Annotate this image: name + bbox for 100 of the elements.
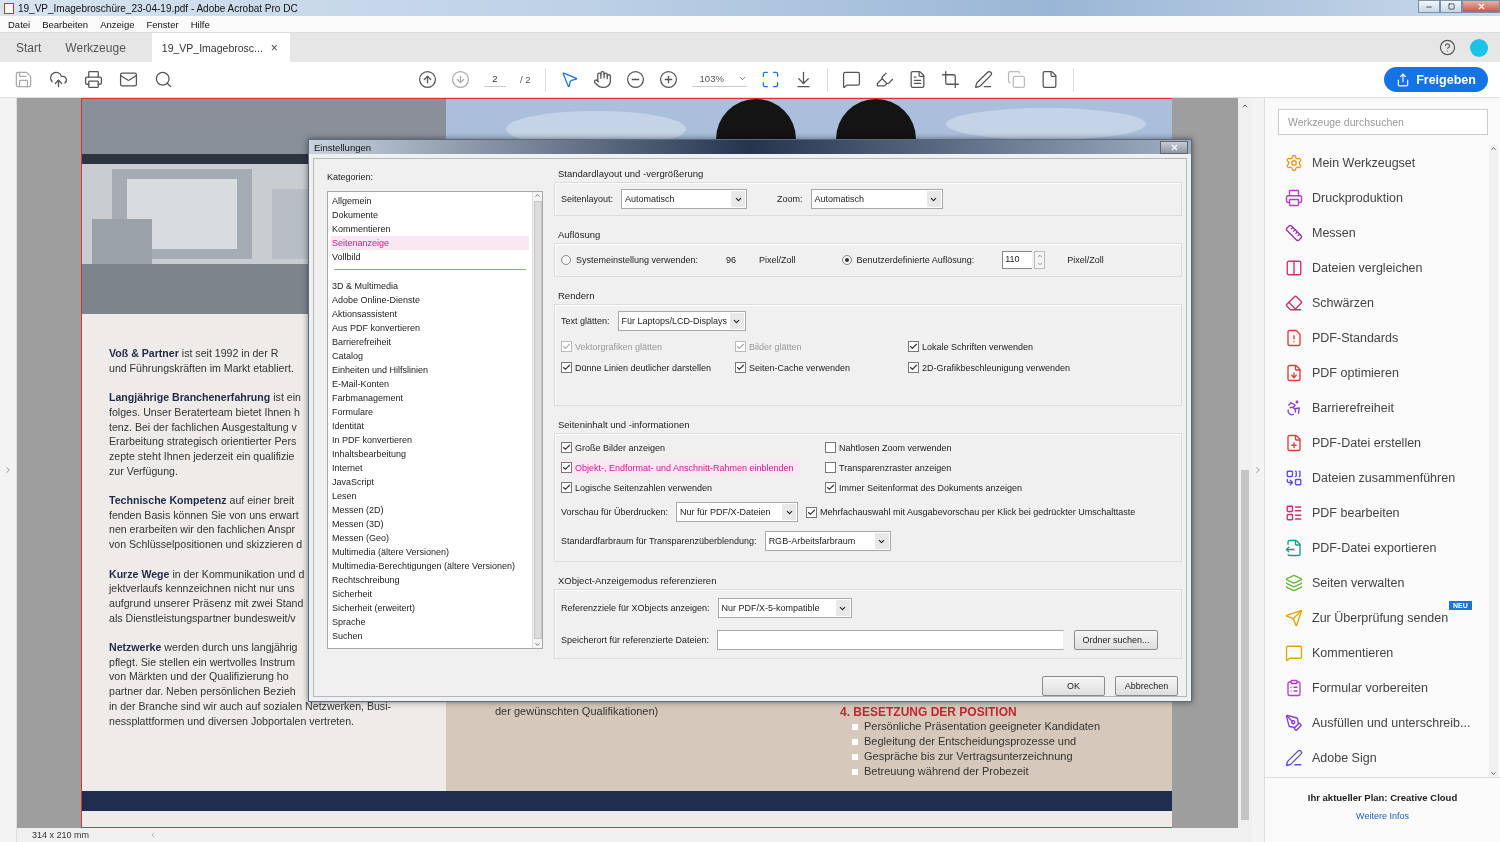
menu-item[interactable]: Bearbeiten (42, 18, 89, 30)
minimize-button[interactable] (1418, 0, 1440, 13)
tool-item[interactable]: PDF-Standards (1285, 320, 1500, 355)
tool-item[interactable]: PDF-Datei erstellen (1285, 425, 1500, 460)
checkbox[interactable]: Dünne Linien deutlicher darstellen (561, 360, 718, 375)
tool-item[interactable]: Schwärzen (1285, 285, 1500, 320)
checkbox[interactable]: Nahtlosen Zoom verwenden (825, 440, 958, 455)
category-item[interactable]: Multimedia-Berechtigungen (ältere Versionen) (331, 559, 529, 573)
resolution-field[interactable]: 110 (1002, 251, 1033, 269)
share-button[interactable]: Freigeben (1384, 67, 1488, 92)
checkbox[interactable]: Große Bilder anzeigen (561, 440, 672, 455)
category-item[interactable]: Identität (331, 419, 529, 433)
tab[interactable]: 19_VP_Imagebrosc... × (151, 33, 290, 62)
category-item[interactable]: Messen (2D) (331, 503, 529, 517)
comment-icon[interactable] (841, 70, 861, 89)
tool-item[interactable]: Kommentieren (1285, 635, 1500, 670)
location-field[interactable] (717, 630, 1065, 650)
checkbox[interactable]: Logische Seitenzahlen verwenden (561, 480, 719, 495)
spin-up-icon[interactable] (1036, 253, 1043, 259)
reference-select[interactable]: Nur PDF/X-5-kompatible (717, 598, 852, 618)
zoom-field[interactable]: 103% (691, 72, 747, 87)
save-icon[interactable] (14, 70, 33, 89)
tool-item[interactable]: Druckproduktion (1285, 180, 1500, 215)
overprint-select[interactable]: Nur für PDF/X-Dateien (676, 502, 799, 522)
checkbox[interactable]: Transparenzraster anzeigen (825, 460, 958, 475)
help-icon[interactable] (1439, 39, 1456, 56)
tool-item[interactable]: Mein Werkzeugset (1285, 145, 1500, 180)
menu-item[interactable]: Datei (8, 18, 31, 30)
tool-item[interactable]: Ausfüllen und unterschreib... (1285, 705, 1500, 740)
mail-icon[interactable] (119, 70, 138, 89)
tab[interactable]: Start (4, 33, 54, 62)
menu-item[interactable]: Hilfe (190, 18, 210, 30)
scrollbar[interactable] (532, 192, 542, 648)
tool-item[interactable]: Dateien vergleichen (1285, 250, 1500, 285)
category-item[interactable]: Multimedia (ältere Versionen) (331, 545, 529, 559)
page-layout-select[interactable]: Automatisch (621, 189, 748, 209)
search-field[interactable]: Werkzeuge durchsuchen (1278, 109, 1488, 135)
scroll-up-icon[interactable] (1241, 102, 1249, 110)
tool-item[interactable]: PDF optimieren (1285, 355, 1500, 390)
category-item[interactable]: In PDF konvertieren (331, 433, 529, 447)
close-button[interactable] (1160, 140, 1188, 154)
scroll-up-icon[interactable] (1490, 145, 1497, 152)
crop-icon[interactable] (940, 70, 960, 89)
close-tab-icon[interactable]: × (270, 40, 278, 55)
category-item[interactable]: Rechtschreibung (331, 573, 529, 587)
highlighter-icon[interactable] (874, 70, 894, 89)
category-item[interactable]: Inhaltsbearbeitung (331, 447, 529, 461)
spin-down-icon[interactable] (1036, 261, 1043, 267)
hand-icon[interactable] (592, 70, 612, 89)
category-item[interactable]: Suchen (331, 629, 529, 643)
category-item[interactable]: Sicherheit (erweitert) (331, 601, 529, 615)
category-item[interactable]: Catalog (331, 349, 529, 363)
tool-item[interactable]: Seiten verwalten (1285, 565, 1500, 600)
color-space-select[interactable]: RGB-Arbeitsfarbraum (764, 531, 891, 551)
zoom-out-icon[interactable] (625, 70, 645, 89)
category-item[interactable]: Aus PDF konvertieren (331, 321, 529, 335)
checkbox[interactable]: Seiten-Cache verwenden (735, 360, 857, 375)
upload-icon[interactable] (49, 70, 68, 89)
checkbox[interactable]: Immer Seitenformat des Dokuments anzeigen (825, 480, 1029, 495)
category-item[interactable]: Internet (331, 461, 529, 475)
text-smoothing-select[interactable]: Für Laptops/LCD-Displays (617, 311, 746, 331)
scroll-down-icon[interactable] (1490, 770, 1497, 777)
category-item[interactable]: Lesen (331, 489, 529, 503)
category-item[interactable]: Sicherheit (331, 587, 529, 601)
zoom-in-icon[interactable] (658, 70, 678, 89)
category-item[interactable]: Messen (Geo) (331, 531, 529, 545)
dialog-button[interactable]: Abbrechen (1115, 676, 1178, 696)
arrow-down-icon[interactable] (451, 70, 470, 89)
arrow-up-icon[interactable] (418, 70, 437, 89)
expand-icon[interactable] (760, 70, 780, 89)
tool-item[interactable]: PDF-Datei exportieren (1285, 530, 1500, 565)
checkbox[interactable]: Lokale Schriften verwenden (908, 339, 1040, 354)
browse-button[interactable]: Ordner suchen... (1074, 630, 1159, 650)
close-button[interactable] (1462, 0, 1500, 13)
checkbox[interactable]: Mehrfachauswahl mit Ausgabevorschau per Klick bei gedrückter Umschalttaste (806, 504, 1142, 520)
category-item[interactable]: Formulare (331, 405, 529, 419)
category-item[interactable]: JavaScript (331, 475, 529, 489)
tool-item[interactable]: Dateien zusammenführen (1285, 460, 1500, 495)
tool-item[interactable]: Messen (1285, 215, 1500, 250)
zoom-select[interactable]: Automatisch (810, 189, 943, 209)
search-icon[interactable] (154, 70, 173, 89)
checkbox[interactable]: Objekt-, Endformat- und Anschnitt-Rahmen einblenden (561, 460, 800, 475)
maximize-button[interactable] (1440, 0, 1462, 13)
radio-option[interactable]: Benutzerdefinierte Auflösung: (841, 255, 975, 265)
checkbox[interactable]: 2D-Grafikbeschleunigung verwenden (908, 360, 1077, 375)
page-number-field[interactable]: 2 (484, 72, 506, 87)
scroll-down-icon[interactable] (534, 641, 541, 648)
tool-item[interactable]: Barrierefreiheit (1285, 390, 1500, 425)
menu-item[interactable]: Anzeige (100, 18, 135, 30)
category-item[interactable]: Aktionsassistent (331, 307, 529, 321)
scrollbar[interactable] (1489, 145, 1498, 777)
pen-icon[interactable] (973, 70, 993, 89)
menu-item[interactable]: Fenster (146, 18, 179, 30)
scroll-up-icon[interactable] (534, 192, 541, 199)
tool-item[interactable]: Formular vorbereiten (1285, 670, 1500, 705)
category-item[interactable]: Einheiten und Hilfslinien (331, 363, 529, 377)
category-item[interactable]: Sprache (331, 615, 529, 629)
radio-option[interactable]: Systemeinstellung verwenden: (561, 255, 699, 265)
tool-item[interactable]: PDF bearbeiten (1285, 495, 1500, 530)
category-item[interactable]: E-Mail-Konten (331, 377, 529, 391)
